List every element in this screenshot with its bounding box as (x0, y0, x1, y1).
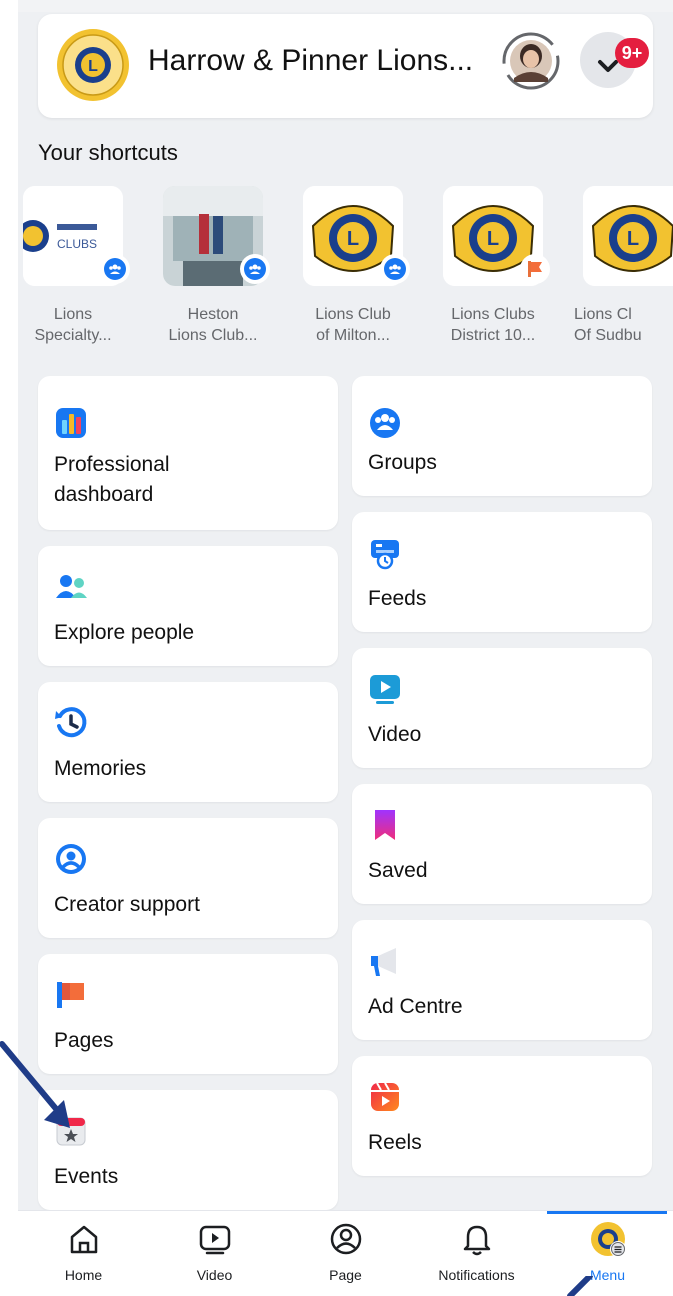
lions-international-logo: L (583, 186, 673, 286)
svg-text:L: L (627, 228, 639, 250)
profile-switcher-card[interactable]: L Harrow & Pinner Lions... 9+ (38, 14, 653, 118)
nav-label: Video (196, 1267, 233, 1283)
nav-home[interactable]: Home (18, 1211, 149, 1296)
nav-video[interactable]: Video (149, 1211, 280, 1296)
tile-label: Events (54, 1165, 119, 1188)
tile-label: Explore people (54, 621, 195, 644)
megaphone-icon (371, 948, 396, 976)
nav-label: Menu (589, 1267, 626, 1283)
shortcuts-title: Your shortcuts (38, 140, 178, 165)
play-icon (370, 675, 400, 704)
bell-icon (463, 1225, 491, 1256)
shortcut-label: Heston Lions Club... (168, 306, 258, 344)
nav-label: Page (329, 1267, 362, 1283)
tile-label: Creator support (54, 893, 200, 916)
menu-tile-creator-support[interactable]: Creator support (38, 818, 338, 938)
menu-tile-professional-dashboard[interactable]: Professional dashboard (38, 376, 338, 530)
tile-label: Memories (54, 757, 147, 780)
group-badge (100, 254, 130, 284)
bookmark-icon (375, 810, 395, 840)
status-strip (18, 0, 673, 12)
nav-notifications[interactable]: Notifications (411, 1211, 542, 1296)
tile-label: Video (368, 723, 422, 746)
shortcut-label: Lions Cl Of Sudbu (574, 306, 642, 344)
lions-club-logo: L (57, 29, 129, 101)
tile-label: Ad Centre (368, 995, 463, 1018)
groups-icon (109, 264, 121, 274)
profile-avatar[interactable] (502, 32, 560, 90)
person-circle-icon (56, 844, 86, 874)
menu-tile-explore-people[interactable]: Explore people (38, 546, 338, 666)
profile-name: Harrow & Pinner Lions... (148, 44, 474, 77)
bottom-navigation: Home Video Page Notifications Menu (18, 1210, 673, 1296)
shortcut-label: Lions Clubs District 10... (450, 306, 536, 344)
groups-icon (389, 264, 401, 274)
menu-tile-events[interactable]: Events (38, 1090, 338, 1210)
svg-text:L: L (88, 58, 98, 75)
nav-page[interactable]: Page (280, 1211, 411, 1296)
feeds-icon (371, 540, 399, 570)
menu-tile-saved[interactable]: Saved (352, 784, 652, 904)
flag-icon (57, 982, 84, 1008)
shortcut-label: Lions Specialty... (34, 306, 112, 344)
tile-label: Groups (368, 451, 437, 474)
video-icon (199, 1225, 231, 1255)
home-icon (70, 1225, 98, 1254)
shortcut-thumbnail: L (583, 186, 673, 286)
menu-tile-memories[interactable]: Memories (38, 682, 338, 802)
menu-tile-groups[interactable]: Groups (352, 376, 652, 496)
groups-icon (370, 408, 400, 438)
tile-label: Pages (54, 1029, 114, 1052)
group-badge (380, 254, 410, 284)
nav-menu[interactable]: Menu (542, 1211, 673, 1296)
bar-chart-icon (56, 408, 86, 438)
svg-text:L: L (487, 228, 499, 250)
page-profile-icon (330, 1223, 362, 1255)
calendar-star-icon (56, 1117, 86, 1146)
menu-tile-feeds[interactable]: Feeds (352, 512, 652, 632)
notification-badge: 9+ (615, 38, 649, 68)
menu-tile-ad-centre[interactable]: Ad Centre (352, 920, 652, 1040)
reels-icon (371, 1082, 399, 1111)
svg-text:CLUBS: CLUBS (57, 237, 97, 251)
shortcut-label: Lions Club of Milton... (315, 306, 391, 344)
menu-tile-pages[interactable]: Pages (38, 954, 338, 1074)
nav-label: Notifications (438, 1267, 515, 1283)
page-badge (520, 254, 550, 284)
tile-label: Reels (368, 1131, 422, 1154)
group-badge (240, 254, 270, 284)
flag-icon (528, 261, 542, 277)
facebook-menu-screen: L Harrow & Pinner Lions... 9+ Your short… (18, 0, 673, 1296)
tile-label: Professional dashboard (54, 453, 170, 506)
shortcuts-row: CLUBS Lions Specialty... Heston Lions Cl… (18, 186, 673, 366)
menu-tile-reels[interactable]: Reels (352, 1056, 652, 1176)
svg-text:L: L (347, 228, 359, 250)
nav-label: Home (64, 1267, 103, 1283)
menu-tile-video[interactable]: Video (352, 648, 652, 768)
tile-label: Saved (368, 859, 428, 882)
menu-avatar-icon (591, 1222, 626, 1257)
tile-label: Feeds (368, 587, 427, 610)
clock-history-icon (55, 707, 87, 738)
people-icon (56, 575, 87, 598)
groups-icon (249, 264, 261, 274)
